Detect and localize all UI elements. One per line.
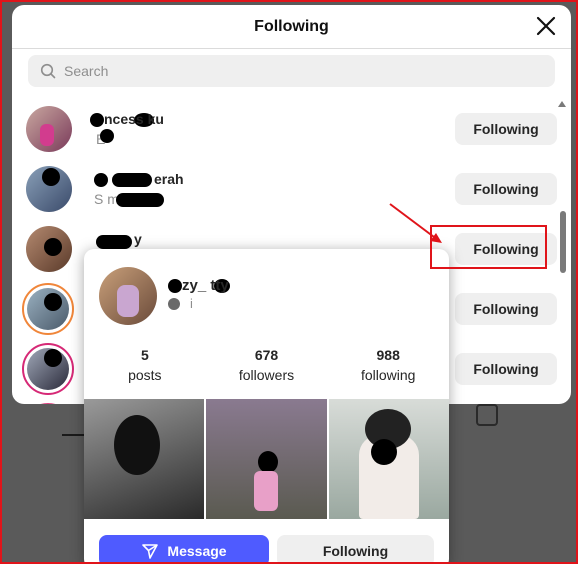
post-thumbnail[interactable]: [206, 399, 327, 519]
card-following-button[interactable]: Following: [277, 535, 434, 564]
close-icon[interactable]: [535, 15, 557, 37]
send-icon: [142, 544, 159, 559]
avatar[interactable]: [22, 343, 74, 395]
redaction: [94, 173, 108, 187]
search-input[interactable]: [64, 63, 524, 79]
avatar[interactable]: [26, 166, 72, 212]
username[interactable]: erah: [154, 171, 184, 187]
card-actions: Message Following: [99, 535, 434, 564]
annotation-highlight-box: [430, 225, 547, 269]
following-button[interactable]: Following: [455, 353, 557, 385]
card-full-name: i: [190, 296, 193, 311]
redaction: [96, 235, 132, 249]
avatar[interactable]: [99, 267, 157, 325]
backdrop-underline: [62, 434, 84, 436]
redaction: [116, 193, 164, 207]
avatar[interactable]: [26, 106, 72, 152]
profile-hover-card: zy_ tty i 5 posts 678 followers 988 foll…: [84, 249, 449, 564]
search-box[interactable]: [28, 55, 555, 87]
scroll-up-arrow[interactable]: [558, 101, 566, 107]
modal-title: Following: [254, 17, 329, 35]
message-label: Message: [167, 543, 227, 559]
stat-value: 678: [254, 347, 279, 363]
profile-icon: [476, 404, 498, 426]
stat-label: posts: [128, 367, 162, 383]
card-username[interactable]: zy_ tty: [182, 277, 229, 294]
following-button[interactable]: Following: [455, 173, 557, 205]
stat-label: following: [360, 367, 416, 383]
profile-stats: 5 posts 678 followers 988 following: [84, 347, 449, 383]
post-thumbnail[interactable]: [84, 399, 205, 519]
search-icon: [40, 63, 56, 79]
avatar[interactable]: [26, 226, 72, 272]
stat-label: followers: [238, 367, 295, 383]
stat-posts[interactable]: 5 posts: [84, 347, 206, 383]
stat-followers[interactable]: 678 followers: [206, 347, 328, 383]
redaction: [100, 129, 114, 143]
avatar[interactable]: [22, 283, 74, 335]
redaction: [112, 173, 152, 187]
list-item[interactable]: erah S m Following: [12, 161, 557, 221]
following-button[interactable]: Following: [455, 113, 557, 145]
redaction: [90, 113, 104, 127]
username[interactable]: ncess ku: [104, 111, 164, 127]
following-button[interactable]: Following: [455, 293, 557, 325]
redaction: [168, 298, 180, 310]
list-item[interactable]: ncess ku E Following: [12, 101, 557, 161]
recent-posts: [84, 399, 449, 519]
scrollbar[interactable]: [560, 211, 566, 273]
stat-value: 988: [376, 347, 400, 363]
stat-following[interactable]: 988 following: [327, 347, 449, 383]
modal-header: Following: [12, 5, 571, 49]
message-button[interactable]: Message: [99, 535, 269, 564]
username[interactable]: y: [134, 231, 142, 247]
stat-value: 5: [140, 347, 149, 363]
post-thumbnail[interactable]: [328, 399, 449, 519]
avatar[interactable]: [22, 403, 74, 404]
redaction: [168, 279, 182, 293]
